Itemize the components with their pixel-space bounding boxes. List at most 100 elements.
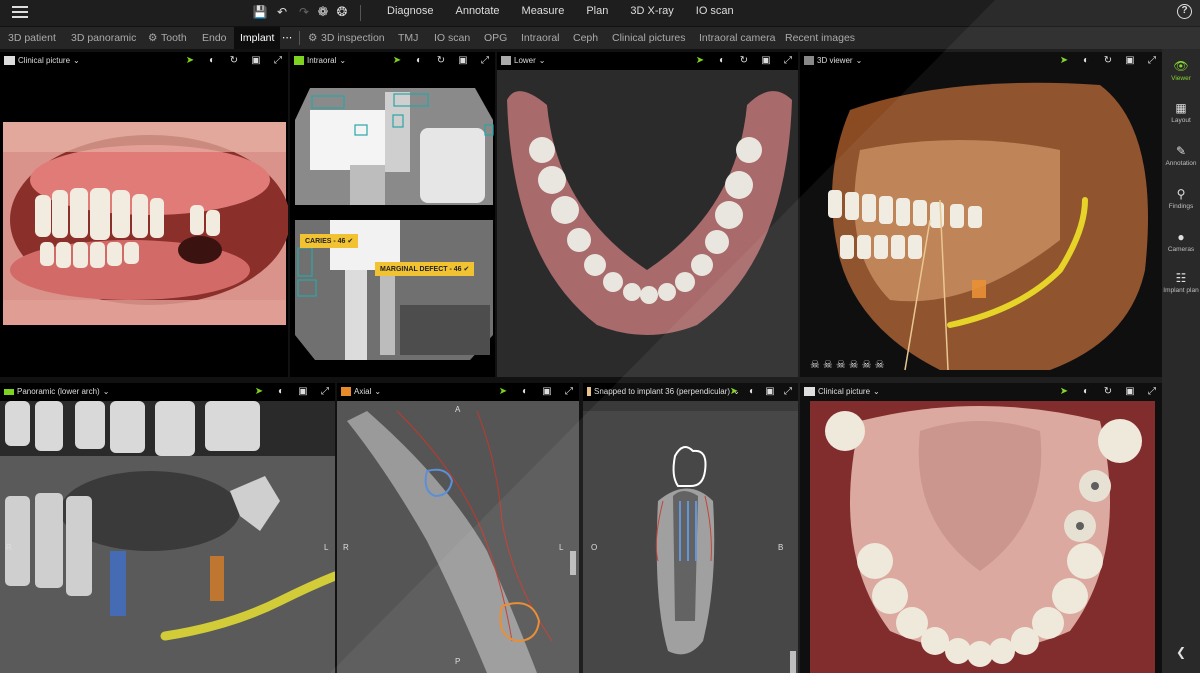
- intraoral-xray-image: [290, 70, 495, 377]
- settings-wheel-icon[interactable]: ❂: [334, 4, 350, 20]
- menu-3d-xray[interactable]: 3D X-ray: [630, 5, 673, 17]
- contrast-icon[interactable]: ◐: [746, 386, 758, 398]
- tab-implant[interactable]: Implant: [234, 27, 281, 49]
- contrast-icon[interactable]: ◐: [275, 386, 287, 398]
- pointer-icon[interactable]: ➤: [1058, 55, 1070, 67]
- fullscreen-icon[interactable]: ⤢: [272, 55, 284, 67]
- skull-preset-icons[interactable]: ☠ ☠ ☠ ☠ ☠ ☠: [810, 358, 884, 371]
- rotate-icon[interactable]: ↻: [738, 55, 750, 67]
- fit-icon[interactable]: ▣: [250, 55, 262, 67]
- fit-icon[interactable]: ▣: [457, 55, 469, 67]
- cross-section-panel[interactable]: Snapped to implant 36 (perpendicular) ⌄ ➤…: [583, 383, 798, 673]
- contrast-icon[interactable]: ◐: [1080, 386, 1092, 398]
- tab-more-icon[interactable]: ⋯: [282, 27, 293, 49]
- tab-3d-patient[interactable]: 3D patient: [8, 27, 56, 49]
- main-menu: Diagnose Annotate Measure Plan 3D X-ray …: [387, 5, 756, 17]
- tab-intraoral-camera[interactable]: Intraoral camera: [699, 27, 775, 49]
- contrast-icon[interactable]: ◐: [519, 386, 531, 398]
- fit-icon[interactable]: ▣: [541, 386, 553, 398]
- pointer-icon[interactable]: ➤: [391, 55, 403, 67]
- panel-header: Intraoral ⌄ ➤ ◐ ↻ ▣ ⤢: [290, 52, 495, 70]
- 3d-viewer-panel[interactable]: 3D viewer ⌄ ➤ ◐ ↻ ▣ ⤢ ☠ ☠ ☠ ☠ ☠ ☠: [800, 52, 1162, 377]
- fullscreen-icon[interactable]: ⤢: [319, 386, 331, 398]
- orientation-right-label: R: [343, 543, 349, 552]
- pointer-icon[interactable]: ➤: [497, 386, 509, 398]
- tab-clinical-pictures[interactable]: Clinical pictures: [612, 27, 686, 49]
- tab-io-scan[interactable]: IO scan: [434, 27, 470, 49]
- axial-panel[interactable]: Axial ⌄ ➤ ◐ ▣ ⤢ A P R L: [337, 383, 579, 673]
- fit-icon[interactable]: ▣: [1124, 55, 1136, 67]
- pointer-icon[interactable]: ➤: [253, 386, 265, 398]
- sidebar-item-cameras[interactable]: ● Cameras: [1162, 230, 1200, 253]
- contrast-icon[interactable]: ◐: [413, 55, 425, 67]
- pointer-icon[interactable]: ➤: [728, 386, 740, 398]
- tab-tmj[interactable]: TMJ: [398, 27, 418, 49]
- fullscreen-icon[interactable]: ⤢: [563, 386, 575, 398]
- sidebar-item-viewer[interactable]: 👁 Viewer: [1162, 59, 1200, 82]
- chevron-down-icon[interactable]: ⌄: [856, 56, 863, 65]
- pointer-icon[interactable]: ➤: [694, 55, 706, 67]
- chevron-down-icon[interactable]: ⌄: [339, 56, 346, 65]
- fullscreen-icon[interactable]: ⤢: [782, 386, 794, 398]
- menu-annotate[interactable]: Annotate: [455, 5, 499, 17]
- fullscreen-icon[interactable]: ⤢: [479, 55, 491, 67]
- aperture-icon[interactable]: ❁: [315, 4, 331, 20]
- tab-tooth-icon[interactable]: ⚙: [148, 27, 157, 49]
- rotate-icon[interactable]: ↻: [1102, 55, 1114, 67]
- undo-icon[interactable]: ↶: [274, 4, 290, 20]
- collapse-chevron-icon[interactable]: ❮: [1162, 645, 1200, 659]
- sidebar-item-label: Viewer: [1171, 75, 1191, 82]
- redo-icon[interactable]: ↷: [296, 4, 312, 20]
- rotate-icon[interactable]: ↻: [1102, 386, 1114, 398]
- tab-ceph[interactable]: Ceph: [573, 27, 598, 49]
- panel-header: Clinical picture ⌄ ➤ ◐ ↻ ▣ ⤢: [800, 383, 1162, 401]
- chevron-down-icon[interactable]: ⌄: [873, 387, 880, 396]
- rotate-icon[interactable]: ↻: [228, 55, 240, 67]
- tab-intraoral[interactable]: Intraoral: [521, 27, 560, 49]
- save-icon[interactable]: 💾: [252, 4, 268, 20]
- tab-recent-images[interactable]: Recent images: [785, 27, 855, 49]
- menu-plan[interactable]: Plan: [586, 5, 608, 17]
- marginal-defect-annotation-tag[interactable]: MARGINAL DEFECT - 46 ✔: [375, 262, 475, 276]
- clinical-picture-panel-top[interactable]: Clinical picture ⌄ ➤ ◐ ↻ ▣ ⤢: [0, 52, 288, 377]
- chevron-down-icon[interactable]: ⌄: [539, 56, 546, 65]
- chevron-down-icon[interactable]: ⌄: [73, 56, 80, 65]
- fit-icon[interactable]: ▣: [760, 55, 772, 67]
- panoramic-panel[interactable]: Panoramic (lower arch) ⌄ ➤ ◐ ▣ ⤢ R L: [0, 383, 335, 673]
- hamburger-menu-icon[interactable]: [12, 6, 28, 20]
- fit-icon[interactable]: ▣: [1124, 386, 1136, 398]
- contrast-icon[interactable]: ◐: [716, 55, 728, 67]
- tab-endo[interactable]: Endo: [202, 27, 227, 49]
- tab-3d-inspection-icon[interactable]: ⚙: [308, 27, 317, 49]
- clinical-picture-panel-bottom[interactable]: Clinical picture ⌄ ➤ ◐ ↻ ▣ ⤢: [800, 383, 1162, 673]
- menu-diagnose[interactable]: Diagnose: [387, 5, 433, 17]
- sidebar-item-layout[interactable]: ▦ Layout: [1162, 101, 1200, 124]
- caries-annotation-tag[interactable]: CARIES - 46 ✔: [300, 234, 359, 248]
- pointer-icon[interactable]: ➤: [1058, 386, 1070, 398]
- tab-3d-inspection[interactable]: 3D inspection: [321, 27, 385, 49]
- fullscreen-icon[interactable]: ⤢: [1146, 55, 1158, 67]
- fullscreen-icon[interactable]: ⤢: [782, 55, 794, 67]
- fit-icon[interactable]: ▣: [297, 386, 309, 398]
- tab-tooth[interactable]: Tooth: [161, 27, 187, 49]
- fit-icon[interactable]: ▣: [764, 386, 776, 398]
- fullscreen-icon[interactable]: ⤢: [1146, 386, 1158, 398]
- chevron-down-icon[interactable]: ⌄: [374, 387, 381, 396]
- sidebar-item-annotation[interactable]: ✎ Annotation: [1162, 144, 1200, 167]
- rotate-icon[interactable]: ↻: [435, 55, 447, 67]
- menu-io-scan[interactable]: IO scan: [696, 5, 734, 17]
- orientation-anterior-label: A: [455, 405, 461, 414]
- lower-scan-panel[interactable]: Lower ⌄ ➤ ◐ ↻ ▣ ⤢: [497, 52, 798, 377]
- intraoral-icon: [294, 56, 304, 65]
- menu-measure[interactable]: Measure: [522, 5, 565, 17]
- chevron-down-icon[interactable]: ⌄: [103, 387, 110, 396]
- tab-3d-panoramic[interactable]: 3D panoramic: [71, 27, 136, 49]
- pointer-icon[interactable]: ➤: [184, 55, 196, 67]
- tab-opg[interactable]: OPG: [484, 27, 507, 49]
- help-icon[interactable]: ?: [1177, 4, 1192, 19]
- contrast-icon[interactable]: ◐: [206, 55, 218, 67]
- intraoral-panel[interactable]: Intraoral ⌄ ➤ ◐ ↻ ▣ ⤢ CARIES - 46 ✔ MARG…: [290, 52, 495, 377]
- contrast-icon[interactable]: ◐: [1080, 55, 1092, 67]
- sidebar-item-findings[interactable]: ⚲ Findings: [1162, 187, 1200, 210]
- sidebar-item-implant-plan[interactable]: ☷ Implant plan: [1162, 271, 1200, 294]
